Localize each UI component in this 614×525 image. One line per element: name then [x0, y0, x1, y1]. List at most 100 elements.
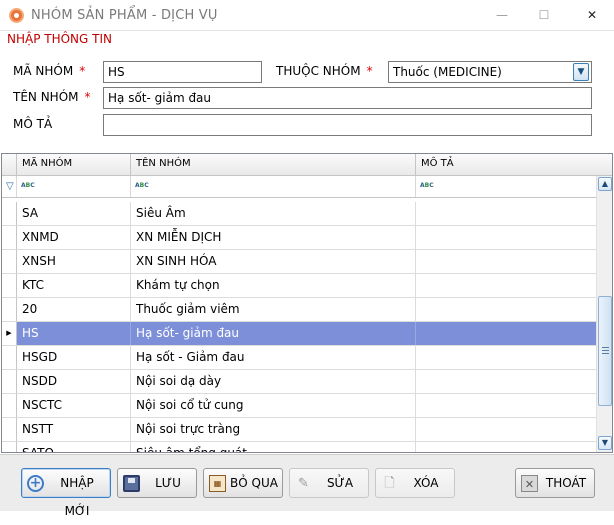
cell-ma-nhom[interactable]: 20	[17, 298, 131, 321]
cell-ten-nhom[interactable]: Hạ sốt - Giảm đau	[131, 346, 416, 369]
table-row[interactable]: KTC Khám tự chọn	[2, 274, 596, 298]
column-header-ma-nhom[interactable]: MÃ NHÓM	[17, 154, 131, 175]
cell-ma-nhom[interactable]: NSDD	[17, 370, 131, 393]
delete-button[interactable]: 🗋 XÓA	[375, 468, 455, 498]
table-row[interactable]: SA Siêu Âm	[2, 202, 596, 226]
cell-ten-nhom[interactable]: Hạ sốt- giảm đau	[131, 322, 416, 345]
save-icon	[123, 475, 140, 492]
row-header[interactable]	[2, 394, 17, 417]
cell-mo-ta[interactable]	[416, 418, 596, 441]
cell-ten-nhom[interactable]: Khám tự chọn	[131, 274, 416, 297]
required-mark: *	[79, 64, 86, 78]
table-row[interactable]: 20 Thuốc giảm viêm	[2, 298, 596, 322]
grip-icon	[602, 347, 609, 354]
row-header[interactable]	[2, 370, 17, 393]
row-header[interactable]	[2, 226, 17, 249]
table-row[interactable]: SATQ Siêu âm tổng quát	[2, 442, 596, 452]
table-row[interactable]: XNSH XN SINH HÓA	[2, 250, 596, 274]
cell-ma-nhom[interactable]: NSTT	[17, 418, 131, 441]
cell-mo-ta[interactable]	[416, 298, 596, 321]
scroll-down-icon[interactable]: ▼	[598, 436, 612, 450]
column-header-ten-nhom[interactable]: TÊN NHÓM	[131, 154, 416, 175]
cell-mo-ta[interactable]	[416, 250, 596, 273]
minimize-button[interactable]: —	[487, 4, 517, 26]
cell-ten-nhom[interactable]: Siêu âm tổng quát	[131, 442, 416, 452]
section-title: NHẬP THÔNG TIN	[7, 32, 112, 46]
cell-ten-nhom[interactable]: Nội soi trực tràng	[131, 418, 416, 441]
table-row[interactable]: XNMD XN MIỄN DỊCH	[2, 226, 596, 250]
vertical-scrollbar[interactable]: ▲ ▼	[596, 176, 612, 452]
filter-row: ▽ ABC ABC ABC	[2, 176, 612, 198]
row-header[interactable]	[2, 418, 17, 441]
chevron-down-icon[interactable]: ▼	[573, 63, 589, 81]
column-header-mo-ta[interactable]: MÔ TẢ	[416, 154, 596, 175]
title-bar: NHÓM SẢN PHẨM - DỊCH VỤ — ☐ ✕	[0, 0, 614, 31]
row-header[interactable]	[2, 202, 17, 225]
maximize-button[interactable]: ☐	[529, 4, 559, 26]
cell-ma-nhom[interactable]: NSCTC	[17, 394, 131, 417]
cell-ten-nhom[interactable]: Siêu Âm	[131, 202, 416, 225]
ma-nhom-input[interactable]: HS	[103, 61, 262, 83]
required-mark: *	[366, 64, 373, 78]
mo-ta-input[interactable]	[103, 114, 592, 136]
scrollbar-thumb[interactable]	[598, 296, 612, 406]
cell-mo-ta[interactable]	[416, 394, 596, 417]
row-header[interactable]	[2, 250, 17, 273]
ten-nhom-label: TÊN NHÓM *	[13, 90, 91, 104]
skip-button[interactable]: ▦ BỎ QUA	[203, 468, 283, 498]
delete-icon: 🗋	[384, 476, 395, 491]
row-header[interactable]	[2, 442, 17, 452]
thuoc-nhom-select[interactable]: Thuốc (MEDICINE) ▼	[388, 61, 592, 83]
text-filter-icon: ABC	[420, 182, 434, 189]
table-row[interactable]: NSDD Nội soi dạ dày	[2, 370, 596, 394]
row-header[interactable]	[2, 298, 17, 321]
cell-mo-ta[interactable]	[416, 370, 596, 393]
cell-mo-ta[interactable]	[416, 322, 596, 345]
cell-mo-ta[interactable]	[416, 202, 596, 225]
cell-ma-nhom[interactable]: KTC	[17, 274, 131, 297]
scroll-up-icon[interactable]: ▲	[598, 177, 612, 191]
cell-mo-ta[interactable]	[416, 442, 596, 452]
table-row[interactable]: NSCTC Nội soi cổ tử cung	[2, 394, 596, 418]
cell-ma-nhom[interactable]: SATQ	[17, 442, 131, 452]
data-grid: MÃ NHÓM TÊN NHÓM MÔ TẢ ▽ ABC ABC ABC SA S…	[1, 153, 613, 453]
cell-ma-nhom[interactable]: XNMD	[17, 226, 131, 249]
cell-ten-nhom[interactable]: XN SINH HÓA	[131, 250, 416, 273]
cell-ma-nhom[interactable]: HS	[17, 322, 131, 345]
text-filter-icon: ABC	[21, 182, 35, 189]
filter-cell-ten-nhom[interactable]: ABC	[131, 176, 416, 197]
table-row[interactable]: NSTT Nội soi trực tràng	[2, 418, 596, 442]
filter-row-header: ▽	[2, 176, 17, 197]
filter-cell-ma-nhom[interactable]: ABC	[17, 176, 131, 197]
text-filter-icon: ABC	[135, 182, 149, 189]
exit-button[interactable]: ✕ THOÁT	[515, 468, 595, 498]
row-header[interactable]: ▶	[2, 322, 17, 345]
funnel-icon[interactable]: ▽	[6, 181, 14, 192]
new-button[interactable]: + NHẬP MỚI	[21, 468, 111, 518]
table-row[interactable]: HSGD Hạ sốt - Giảm đau	[2, 346, 596, 370]
add-icon: +	[27, 475, 44, 492]
filter-cell-mo-ta[interactable]: ABC	[416, 176, 596, 197]
skip-button-label: BỎ QUA	[230, 476, 278, 490]
edit-button[interactable]: ✎ SỬA	[289, 468, 369, 498]
cell-mo-ta[interactable]	[416, 226, 596, 249]
row-header[interactable]	[2, 346, 17, 369]
close-button[interactable]: ✕	[577, 4, 607, 26]
cell-ten-nhom[interactable]: XN MIỄN DỊCH	[131, 226, 416, 249]
thuoc-nhom-label: THUỘC NHÓM *	[276, 64, 373, 78]
cell-ten-nhom[interactable]: Thuốc giảm viêm	[131, 298, 416, 321]
row-header[interactable]	[2, 274, 17, 297]
cell-ma-nhom[interactable]: HSGD	[17, 346, 131, 369]
edit-button-label: SỬA	[326, 476, 354, 490]
cell-mo-ta[interactable]	[416, 274, 596, 297]
save-button[interactable]: LƯU	[117, 468, 197, 498]
skip-icon: ▦	[209, 475, 226, 492]
cell-ma-nhom[interactable]: XNSH	[17, 250, 131, 273]
cell-mo-ta[interactable]	[416, 346, 596, 369]
table-row[interactable]: ▶ HS Hạ sốt- giảm đau	[2, 322, 596, 346]
cell-ten-nhom[interactable]: Nội soi dạ dày	[131, 370, 416, 393]
cell-ma-nhom[interactable]: SA	[17, 202, 131, 225]
cell-ten-nhom[interactable]: Nội soi cổ tử cung	[131, 394, 416, 417]
grid-header: MÃ NHÓM TÊN NHÓM MÔ TẢ	[2, 154, 612, 176]
ten-nhom-input[interactable]: Hạ sốt- giảm đau	[103, 87, 592, 109]
